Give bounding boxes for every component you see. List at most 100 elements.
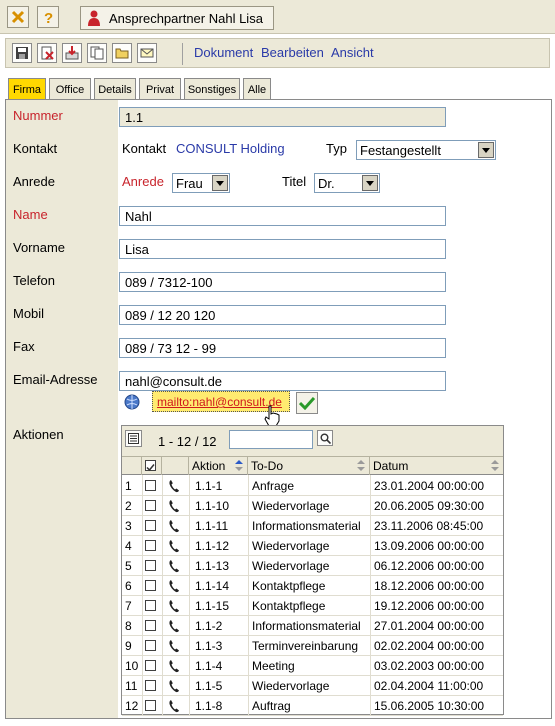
row-checkbox[interactable] (145, 620, 156, 631)
row-checkbox[interactable] (145, 520, 156, 531)
label-email: Email-Adresse (13, 372, 98, 387)
grid-header: Aktion To-Do Datum (122, 457, 503, 475)
row-checkbox[interactable] (145, 660, 156, 671)
select-all-checkbox[interactable] (145, 460, 156, 472)
toolbar: Dokument Bearbeiten Ansicht (5, 38, 550, 68)
mail-button[interactable] (137, 43, 157, 63)
checkmark-icon (299, 396, 315, 410)
tab-sonstiges[interactable]: Sonstiges (184, 78, 240, 100)
kontakt-link[interactable]: CONSULT Holding (176, 141, 285, 156)
row-datum: 02.02.2004 00:00:00 (374, 639, 485, 653)
phone-icon (168, 519, 180, 536)
row-checkbox[interactable] (145, 640, 156, 651)
save-button[interactable] (12, 43, 32, 63)
menu-ansicht[interactable]: Ansicht (331, 45, 374, 60)
menu-bearbeiten[interactable]: Bearbeiten (261, 45, 324, 60)
table-row[interactable]: 5 1.1-13 Wiedervorlage 06.12.2006 00:00:00 (122, 556, 503, 576)
row-datum: 27.01.2004 00:00:00 (374, 619, 485, 633)
header-todo[interactable]: To-Do (248, 457, 370, 475)
close-button[interactable] (7, 6, 29, 28)
confirm-email-button[interactable] (296, 392, 318, 414)
chevron-down-icon (212, 175, 228, 191)
header-aktion[interactable]: Aktion (189, 457, 248, 475)
row-todo: Informationsmaterial (252, 619, 361, 633)
grid-search-input[interactable] (229, 430, 313, 449)
row-aktion: 1.1-10 (195, 499, 230, 513)
table-row[interactable]: 11 1.1-5 Wiedervorlage 02.04.2004 11:00:00 (122, 676, 503, 696)
typ-select[interactable]: Festangestellt (356, 140, 496, 160)
table-row[interactable]: 8 1.1-2 Informationsmaterial 27.01.2004 00:… (122, 616, 503, 636)
header-datum[interactable]: Datum (370, 457, 503, 475)
phone-icon (168, 599, 180, 616)
row-aktion: 1.1-2 (195, 619, 223, 633)
row-checkbox[interactable] (145, 560, 156, 571)
grid-toolbar: 1 - 12 / 12 (122, 426, 503, 457)
table-row[interactable]: 9 1.1-3 Terminvereinbarung 02.02.2004 00:00… (122, 636, 503, 656)
tab-privat[interactable]: Privat (139, 78, 181, 100)
titel-select[interactable]: Dr. (314, 173, 380, 193)
row-index: 8 (125, 619, 132, 633)
phone-icon (168, 539, 180, 556)
import-button[interactable] (62, 43, 82, 63)
hand-cursor-icon (264, 405, 280, 427)
phone-icon (168, 639, 180, 656)
row-datum: 03.02.2003 00:00:00 (374, 659, 485, 673)
tab-office[interactable]: Office (49, 78, 91, 100)
telefon-field[interactable]: 089 / 7312-100 (119, 272, 446, 292)
row-checkbox[interactable] (145, 500, 156, 511)
table-row[interactable]: 10 1.1-4 Meeting 03.02.2003 00:00:00 (122, 656, 503, 676)
row-checkbox[interactable] (145, 700, 156, 711)
person-icon (88, 10, 100, 26)
grid-search-button[interactable] (317, 430, 333, 446)
tab-details[interactable]: Details (94, 78, 136, 100)
import-icon (65, 46, 79, 60)
fax-field[interactable]: 089 / 73 12 - 99 (119, 338, 446, 358)
label-vorname: Vorname (13, 240, 66, 255)
row-checkbox[interactable] (145, 580, 156, 591)
name-field[interactable]: Nahl (119, 206, 446, 226)
table-row[interactable]: 12 1.1-8 Auftrag 15.06.2005 10:30:00 (122, 696, 503, 716)
row-index: 7 (125, 599, 132, 613)
close-icon (11, 10, 25, 24)
aktionen-grid: 1 - 12 / 12 Aktion To-Do Datum 1 1.1-1 A… (121, 425, 504, 716)
sort-icon (491, 460, 499, 471)
label-mobil: Mobil (13, 306, 45, 321)
row-checkbox[interactable] (145, 600, 156, 611)
phone-icon (168, 679, 180, 696)
tab-firma[interactable]: Firma (8, 78, 46, 100)
row-checkbox[interactable] (145, 480, 156, 491)
vorname-field[interactable]: Lisa (119, 239, 446, 259)
menu-dokument[interactable]: Dokument (194, 45, 253, 60)
table-row[interactable]: 3 1.1-11 Informationsmaterial 23.11.2006 08… (122, 516, 503, 536)
anrede-select[interactable]: Frau (172, 173, 230, 193)
table-row[interactable]: 4 1.1-12 Wiedervorlage 13.09.2006 00:00:00 (122, 536, 503, 556)
anrede-sublabel: Anrede (122, 174, 164, 189)
row-todo: Meeting (252, 659, 295, 673)
table-row[interactable]: 6 1.1-14 Kontaktpflege 18.12.2006 00:00:00 (122, 576, 503, 596)
help-button[interactable]: ? (37, 6, 59, 28)
window-title-text: Ansprechpartner Nahl Lisa (109, 10, 263, 26)
mobil-field[interactable]: 089 / 12 20 120 (119, 305, 446, 325)
table-row[interactable]: 1 1.1-1 Anfrage 23.01.2004 00:00:00 (122, 476, 503, 496)
row-aktion: 1.1-5 (195, 679, 223, 693)
open-folder-icon (115, 48, 129, 59)
row-checkbox[interactable] (145, 540, 156, 551)
row-checkbox[interactable] (145, 680, 156, 691)
delete-button[interactable] (37, 43, 57, 63)
grid-menu-button[interactable] (125, 430, 142, 447)
row-index: 10 (125, 659, 139, 673)
header-select-all[interactable] (142, 457, 162, 475)
label-typ: Typ (326, 141, 347, 156)
email-field[interactable]: nahl@consult.de (119, 371, 446, 391)
table-row[interactable]: 7 1.1-15 Kontaktpflege 19.12.2006 00:00:00 (122, 596, 503, 616)
copy-button[interactable] (87, 43, 107, 63)
row-index: 9 (125, 639, 132, 653)
row-index: 4 (125, 539, 132, 553)
row-todo: Kontaktpflege (252, 599, 326, 613)
sort-icon (235, 460, 243, 471)
open-folder-button[interactable] (112, 43, 132, 63)
tab-alle[interactable]: Alle (243, 78, 271, 100)
phone-icon (168, 559, 180, 576)
row-aktion: 1.1-12 (195, 539, 230, 553)
table-row[interactable]: 2 1.1-10 Wiedervorlage 20.06.2005 09:30:00 (122, 496, 503, 516)
